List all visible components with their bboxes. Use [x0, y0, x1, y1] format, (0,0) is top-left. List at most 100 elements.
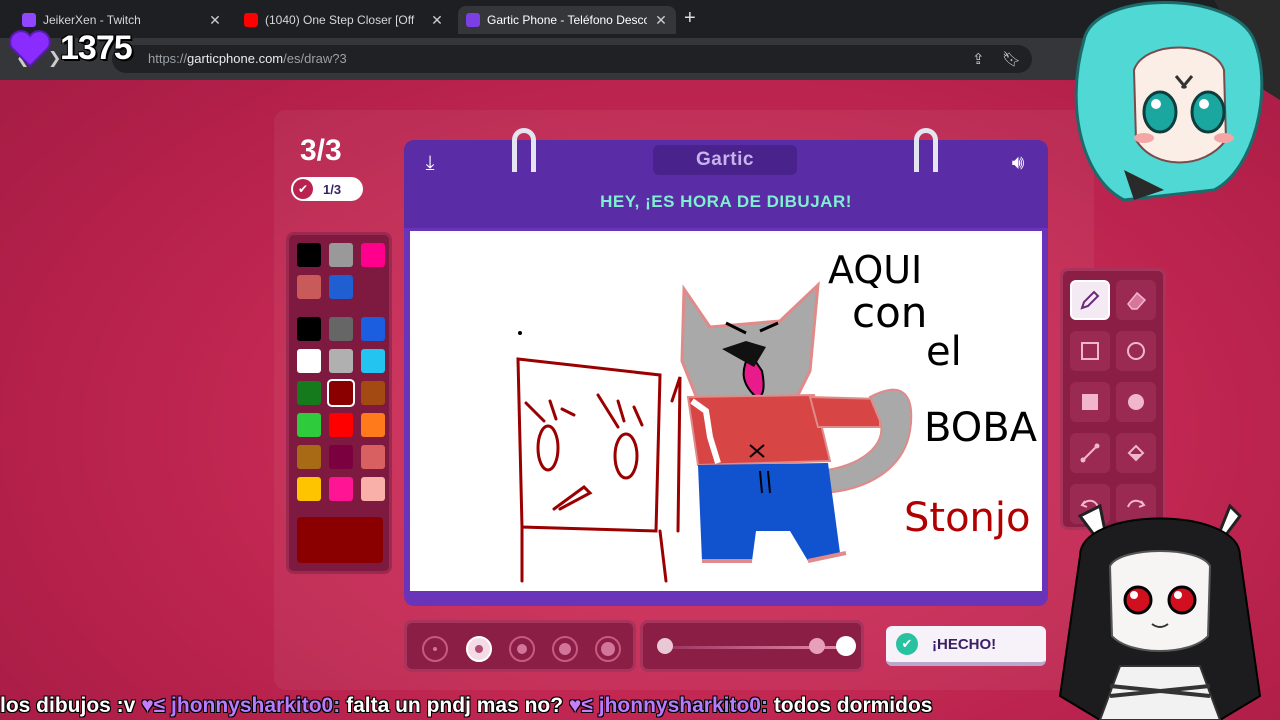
sub-counter: 1375 — [8, 28, 133, 68]
color-swatch[interactable] — [329, 317, 353, 341]
chat-message: falta un pndj mas no? — [346, 694, 569, 717]
slider-handle[interactable] — [809, 638, 825, 654]
volume-icon[interactable]: 🔊︎ — [1005, 150, 1031, 176]
vtuber-avatar-teal — [1074, 0, 1280, 202]
download-icon[interactable]: ⤓ — [417, 150, 443, 176]
color-swatch[interactable] — [329, 413, 353, 437]
line-tool[interactable] — [1070, 433, 1110, 473]
drawing-text: AQUI con el BOBA Stonjo — [828, 248, 1038, 541]
brush-size-m[interactable] — [509, 636, 535, 662]
drawing-word: AQUI — [828, 248, 922, 292]
color-swatch[interactable] — [297, 349, 321, 373]
drawing: AQUI con el BOBA Stonjo — [516, 248, 1038, 583]
color-swatch[interactable] — [361, 445, 385, 469]
chat-username: jhonnysharkito0: — [171, 694, 341, 717]
share-icon[interactable]: ⇪ — [972, 50, 985, 68]
chat-badge-icon: ♥≤ — [568, 694, 593, 717]
color-swatch[interactable] — [297, 445, 321, 469]
color-swatch[interactable] — [327, 379, 355, 407]
rect-fill-tool[interactable] — [1070, 382, 1110, 422]
fill-bucket-icon — [1127, 444, 1145, 462]
slider-min-icon — [657, 638, 673, 654]
close-icon[interactable]: ✕ — [654, 12, 668, 29]
color-swatch[interactable] — [329, 243, 353, 267]
color-swatch[interactable] — [361, 243, 385, 267]
slider-max-icon — [836, 636, 856, 656]
color-swatch[interactable] — [297, 275, 321, 299]
color-swatch[interactable] — [329, 477, 353, 501]
gartic-logo: Gartic — [653, 145, 797, 175]
drawing-word: Stonjo — [904, 495, 1030, 541]
check-icon: ✔ — [896, 633, 918, 655]
pencil-tool[interactable] — [1070, 280, 1110, 320]
chat-ticker: los dibujos :v ♥≤ jhonnysharkito0: falta… — [0, 694, 1280, 720]
sign-drawing — [516, 357, 682, 583]
brush-size-bar — [404, 620, 636, 672]
circle-outline-tool[interactable] — [1116, 331, 1156, 371]
brush-size-xl[interactable] — [595, 636, 621, 662]
drawing-word: BOBA — [924, 405, 1038, 451]
fill-bucket-tool[interactable] — [1116, 433, 1156, 473]
drawing-word: el — [926, 329, 962, 375]
sub-count-value: 1375 — [60, 28, 133, 67]
color-swatch[interactable] — [297, 381, 321, 405]
tab-title: Gartic Phone - Teléfono Descon — [487, 13, 647, 27]
youtube-icon — [244, 13, 258, 27]
brush-size-s[interactable] — [466, 636, 492, 662]
url-prefix: https:// — [148, 51, 188, 66]
url-host: garticphone.com — [187, 51, 284, 66]
rect-outline-tool[interactable] — [1070, 331, 1110, 371]
url-path: /es/draw?3 — [283, 51, 347, 66]
url-field[interactable]: https://garticphone.com/es/draw?3 — [112, 45, 1032, 73]
color-swatch[interactable] — [361, 477, 385, 501]
done-button-label: ¡HECHO! — [932, 635, 997, 653]
round-pill-label: 1/3 — [323, 181, 342, 197]
bookmark-icon[interactable]: 🔖︎ — [1002, 50, 1021, 68]
color-swatch[interactable] — [297, 477, 321, 501]
vtuber-avatar-catgirl — [1058, 503, 1262, 720]
color-swatch[interactable] — [329, 275, 353, 299]
brush-size-l[interactable] — [552, 636, 578, 662]
chat-badge-icon: ♥≤ — [141, 694, 166, 717]
drawing-word: con — [852, 288, 927, 337]
close-icon[interactable]: ✕ — [208, 12, 222, 29]
page-title: HEY, ¡ES HORA DE DIBUJAR! — [600, 192, 852, 211]
color-swatch[interactable] — [329, 349, 353, 373]
color-swatch[interactable] — [361, 381, 385, 405]
tab-youtube[interactable]: (1040) One Step Closer [Off ✕ — [236, 6, 452, 34]
color-swatch[interactable] — [361, 413, 385, 437]
color-swatch[interactable] — [297, 317, 321, 341]
rect-fill-icon — [1082, 394, 1098, 410]
done-button[interactable]: ✔ ¡HECHO! — [886, 626, 1046, 666]
color-swatch[interactable] — [329, 445, 353, 469]
chat-message: todos dormidos — [773, 694, 933, 717]
eraser-icon — [1127, 291, 1147, 310]
twitch-icon — [22, 13, 36, 27]
color-palette — [286, 232, 392, 574]
color-swatch[interactable] — [361, 349, 385, 373]
check-icon: ✔ — [293, 179, 313, 199]
circle-fill-tool[interactable] — [1116, 382, 1156, 422]
drawing-canvas[interactable]: AQUI con el BOBA Stonjo — [410, 231, 1042, 591]
notepad-ring — [914, 128, 938, 172]
pencil-icon — [1080, 290, 1100, 310]
circle-outline-icon — [1127, 342, 1145, 360]
rect-outline-icon — [1081, 342, 1099, 360]
tab-gartic[interactable]: Gartic Phone - Teléfono Descon ✕ — [458, 6, 676, 34]
close-icon[interactable]: ✕ — [430, 12, 444, 29]
new-tab-button[interactable]: + — [684, 8, 696, 28]
line-icon — [1080, 443, 1100, 463]
notepad-ring — [512, 128, 536, 172]
color-swatch[interactable] — [297, 243, 321, 267]
tab-title: JeikerXen - Twitch — [43, 13, 141, 27]
eraser-tool[interactable] — [1116, 280, 1156, 320]
opacity-slider[interactable] — [640, 620, 864, 672]
brush-size-xs[interactable] — [422, 636, 448, 662]
chat-message: los dibujos :v — [0, 694, 142, 717]
color-swatch[interactable] — [361, 317, 385, 341]
chat-username: jhonnysharkito0: — [598, 694, 768, 717]
round-pill: ✔ 1/3 — [291, 177, 363, 201]
round-counter: 3/3 — [300, 134, 342, 167]
color-swatch[interactable] — [297, 413, 321, 437]
ink-dot — [518, 331, 522, 335]
